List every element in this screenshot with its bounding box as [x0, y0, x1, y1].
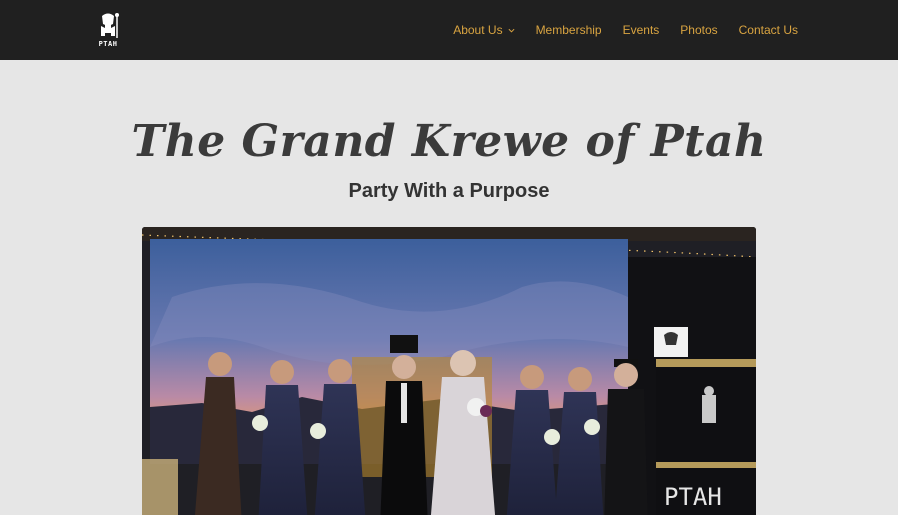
nav-contact-us[interactable]: Contact Us	[739, 23, 798, 37]
royal-court-photo: PTAH	[142, 227, 756, 515]
page-title: The Grand Krewe of Ptah	[131, 116, 767, 167]
nav-membership[interactable]: Membership	[536, 23, 602, 37]
site-header: PTAH About Us Membership Events Photos C…	[0, 0, 898, 60]
nav-about-us-label: About Us	[453, 23, 503, 37]
site-logo[interactable]: PTAH	[92, 12, 124, 48]
banner-ptah-text: PTAH	[664, 483, 722, 511]
nav-about-us[interactable]: About Us	[453, 23, 515, 37]
page-subtitle: Party With a Purpose	[348, 180, 550, 202]
main-nav: About Us Membership Events Photos Contac…	[453, 0, 798, 60]
nav-photos[interactable]: Photos	[680, 23, 717, 37]
nav-events[interactable]: Events	[623, 23, 660, 37]
hero-photo: PTAH	[142, 227, 756, 515]
pharaoh-logo-icon	[101, 13, 119, 38]
logo-text: PTAH	[98, 40, 118, 48]
chevron-down-icon	[508, 28, 515, 33]
